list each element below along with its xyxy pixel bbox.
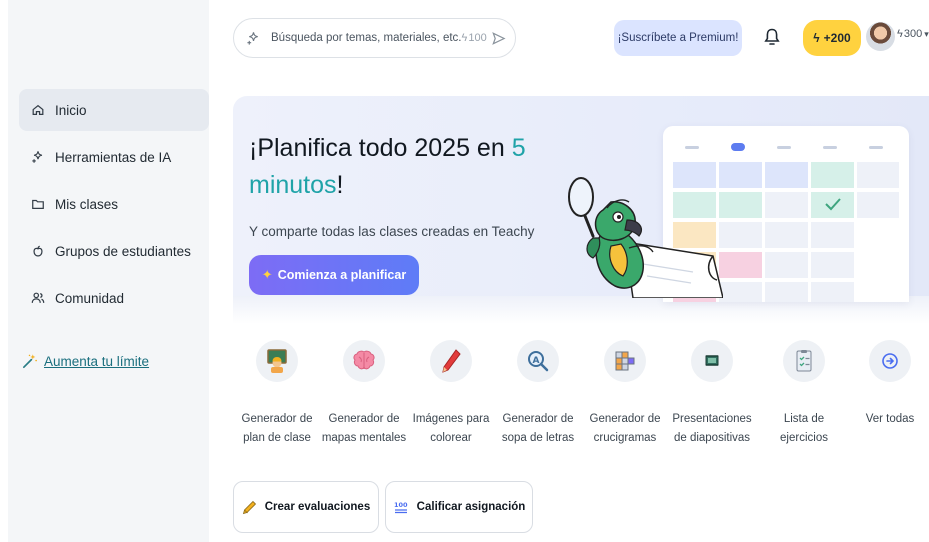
hero-title-text: ¡Planifica todo 2025 en bbox=[249, 134, 512, 162]
tool-label: Generador de sopa de letras bbox=[501, 413, 575, 444]
sidebar: Inicio Herramientas de IA Mis clases Gru… bbox=[8, 0, 209, 542]
crossword-icon bbox=[604, 340, 646, 382]
tool-label: Imágenes para colorear bbox=[412, 413, 490, 444]
create-evaluations-button[interactable]: Crear evaluaciones bbox=[233, 481, 379, 533]
checklist-icon bbox=[783, 340, 825, 382]
folder-icon bbox=[30, 196, 46, 212]
svg-text:A: A bbox=[533, 356, 540, 366]
sparkle-icon: ✦ bbox=[261, 267, 273, 282]
tool-exercise-list[interactable]: Lista de ejercicios bbox=[759, 340, 849, 448]
sidebar-item-label: Mis clases bbox=[55, 196, 119, 212]
tool-label: Generador de plan de clase bbox=[241, 413, 313, 444]
arrow-right-circle-icon bbox=[869, 340, 911, 382]
premium-button[interactable]: ¡Suscríbete a Premium! bbox=[614, 20, 742, 56]
tool-word-search-generator[interactable]: A Generador de sopa de letras bbox=[493, 340, 583, 448]
user-credits[interactable]: ϟ 300 ▾ bbox=[895, 28, 929, 40]
magic-wand-icon bbox=[20, 352, 38, 370]
tool-label: Generador de crucigramas bbox=[589, 413, 661, 444]
tool-view-all[interactable]: Ver todas bbox=[845, 340, 929, 429]
tool-mind-map-generator[interactable]: Generador de mapas mentales bbox=[319, 340, 409, 448]
hero-subtitle: Y comparte todas las clases creadas en T… bbox=[249, 224, 535, 239]
bolt-icon: ϟ bbox=[813, 31, 820, 45]
sidebar-item-mis-clases[interactable]: Mis clases bbox=[19, 183, 209, 225]
sparkle-icon bbox=[30, 149, 46, 165]
search-cost-value: 100 bbox=[468, 32, 487, 44]
tool-label: Lista de ejercicios bbox=[780, 413, 828, 444]
sidebar-item-grupos[interactable]: Grupos de estudiantes bbox=[19, 230, 209, 272]
bolt-icon: ϟ bbox=[461, 32, 468, 44]
sidebar-item-herramientas[interactable]: Herramientas de IA bbox=[19, 136, 209, 178]
send-icon[interactable] bbox=[491, 30, 506, 46]
chevron-down-icon: ▾ bbox=[924, 28, 929, 39]
tool-label: Ver todas bbox=[865, 413, 915, 425]
bolt-icon: ϟ bbox=[897, 28, 903, 40]
grade-assignment-button[interactable]: 100 Calificar asignación bbox=[385, 481, 533, 533]
upgrade-limit-label: Aumenta tu límite bbox=[44, 353, 150, 369]
tool-coloring-images[interactable]: Imágenes para colorear bbox=[406, 340, 496, 448]
sparkle-icon bbox=[246, 30, 261, 46]
score-100-icon: 100 bbox=[393, 499, 409, 515]
bonus-credits-badge[interactable]: ϟ +200 bbox=[803, 20, 861, 56]
search-input[interactable]: Búsqueda por temas, materiales, etc. bbox=[271, 32, 462, 44]
grade-assignment-label: Calificar asignación bbox=[416, 501, 526, 513]
home-icon bbox=[30, 102, 46, 118]
tool-crossword-generator[interactable]: Generador de crucigramas bbox=[580, 340, 670, 448]
bonus-credits-value: +200 bbox=[823, 31, 851, 45]
tool-label: Presentaciones de diapositivas bbox=[672, 413, 752, 444]
brain-icon bbox=[343, 340, 385, 382]
hero-title-end: ! bbox=[336, 171, 344, 199]
upgrade-limit-link[interactable]: Aumenta tu límite bbox=[20, 352, 149, 370]
people-icon bbox=[30, 290, 46, 306]
sidebar-item-inicio[interactable]: Inicio bbox=[19, 89, 209, 131]
tool-label: Generador de mapas mentales bbox=[321, 413, 407, 444]
search-cost: ϟ 100 bbox=[462, 32, 487, 44]
search-bar[interactable]: Búsqueda por temas, materiales, etc. ϟ 1… bbox=[233, 18, 516, 58]
bell-icon[interactable] bbox=[763, 27, 781, 47]
start-planning-button[interactable]: ✦ Comienza a planificar bbox=[249, 255, 419, 295]
crayon-icon bbox=[430, 340, 472, 382]
hero-title: ¡Planifica todo 2025 en 5 minutos! bbox=[249, 130, 579, 204]
tool-lesson-plan-generator[interactable]: Generador de plan de clase bbox=[232, 340, 322, 448]
pencil-icon bbox=[242, 500, 257, 515]
sidebar-item-label: Grupos de estudiantes bbox=[55, 243, 191, 259]
create-evaluations-label: Crear evaluaciones bbox=[264, 501, 371, 513]
apple-icon bbox=[30, 243, 46, 259]
tool-slide-presentations[interactable]: Presentaciones de diapositivas bbox=[667, 340, 757, 448]
avatar[interactable] bbox=[866, 22, 895, 51]
magnifier-letter-icon: A bbox=[517, 340, 559, 382]
sidebar-item-label: Herramientas de IA bbox=[55, 149, 172, 165]
svg-text:100: 100 bbox=[394, 501, 408, 509]
user-credits-value: 300 bbox=[903, 28, 923, 40]
parrot-mascot-illustration bbox=[563, 172, 724, 299]
sidebar-item-label: Inicio bbox=[55, 102, 87, 118]
start-planning-label: Comienza a planificar bbox=[277, 268, 407, 282]
sidebar-item-comunidad[interactable]: Comunidad bbox=[19, 277, 209, 319]
slides-icon bbox=[691, 340, 733, 382]
teacher-board-icon bbox=[256, 340, 298, 382]
sidebar-item-label: Comunidad bbox=[55, 290, 125, 306]
